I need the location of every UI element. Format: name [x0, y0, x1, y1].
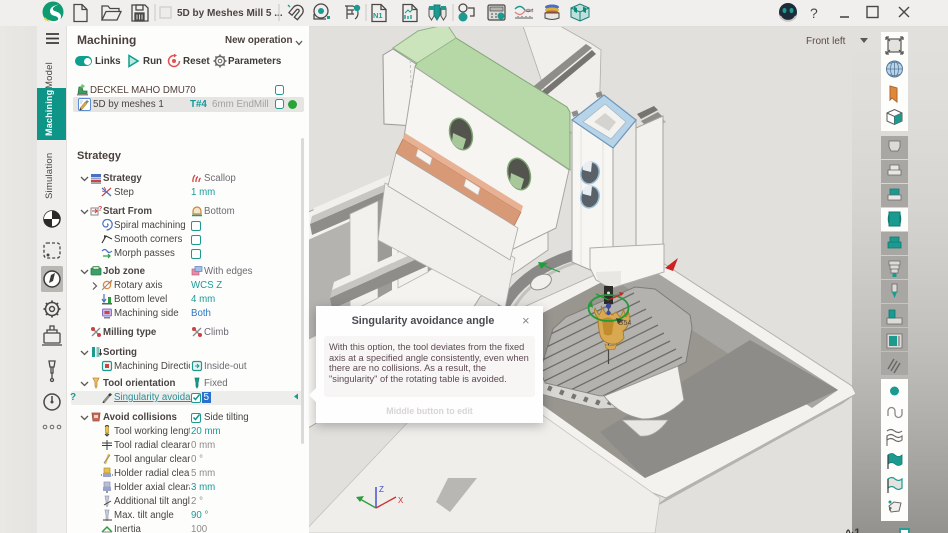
svg-text:∿1: ∿1: [845, 527, 860, 533]
svg-text:Front left: Front left: [806, 36, 846, 47]
svg-text:G54: G54: [618, 320, 631, 327]
svg-text:?: ?: [98, 206, 102, 213]
svg-text:?: ?: [810, 5, 818, 21]
svg-text:N1: N1: [373, 11, 383, 20]
svg-text:5D by Meshes Mill 5 ...: 5D by Meshes Mill 5 ...: [177, 8, 283, 19]
svg-text:Z: Z: [379, 485, 384, 494]
svg-text:X: X: [398, 496, 404, 505]
